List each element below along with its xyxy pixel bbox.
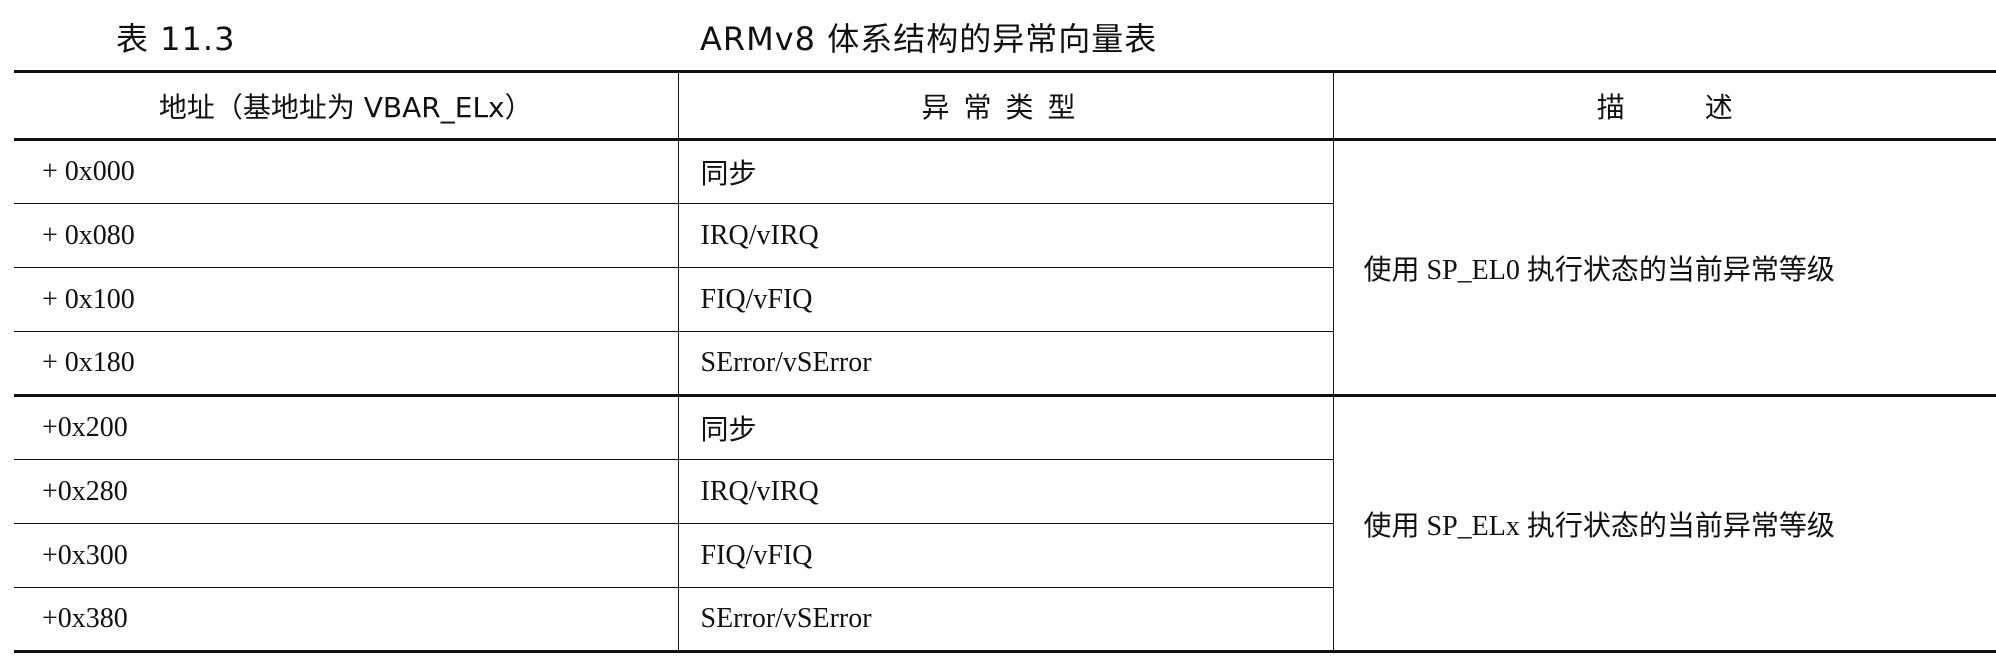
table-caption: 表 11.3 ARMv8 体系结构的异常向量表 <box>0 0 1996 70</box>
address-cell: +0x300 <box>14 523 678 588</box>
table-title: ARMv8 体系结构的异常向量表 <box>700 20 1158 58</box>
address-cell: + 0x100 <box>14 267 678 332</box>
address-cell: + 0x180 <box>14 331 678 397</box>
table-row: + 0x000 同步 使用 SP_EL0 执行状态的当前异常等级 <box>14 139 1996 397</box>
type-cell: 同步 <box>677 139 1333 204</box>
address-cell: +0x380 <box>14 587 678 653</box>
header-row: 地址（基地址为 VBAR_ELx） 异常类型 描述 <box>14 70 1996 141</box>
exception-vector-table: 地址（基地址为 VBAR_ELx） 异常类型 描述 + 0x000 同步 使用 … <box>14 70 1996 653</box>
address-cell: + 0x080 <box>14 203 678 268</box>
description-cell: 使用 SP_ELx 执行状态的当前异常等级 <box>1332 395 1996 653</box>
type-cell: IRQ/vIRQ <box>677 459 1333 524</box>
header-address: 地址（基地址为 VBAR_ELx） <box>14 70 678 141</box>
type-cell: 同步 <box>677 395 1333 460</box>
type-cell: FIQ/vFIQ <box>677 267 1333 332</box>
address-cell: +0x200 <box>14 395 678 460</box>
table-number: 表 11.3 <box>116 20 236 58</box>
address-cell: + 0x000 <box>14 139 678 204</box>
header-description: 描述 <box>1332 70 1996 141</box>
type-cell: SError/vSError <box>677 331 1333 397</box>
type-cell: IRQ/vIRQ <box>677 203 1333 268</box>
address-cell: +0x280 <box>14 459 678 524</box>
type-cell: FIQ/vFIQ <box>677 523 1333 588</box>
type-cell: SError/vSError <box>677 587 1333 653</box>
table-row: +0x200 同步 使用 SP_ELx 执行状态的当前异常等级 <box>14 395 1996 653</box>
header-exception-type: 异常类型 <box>677 70 1333 141</box>
description-cell: 使用 SP_EL0 执行状态的当前异常等级 <box>1332 139 1996 397</box>
